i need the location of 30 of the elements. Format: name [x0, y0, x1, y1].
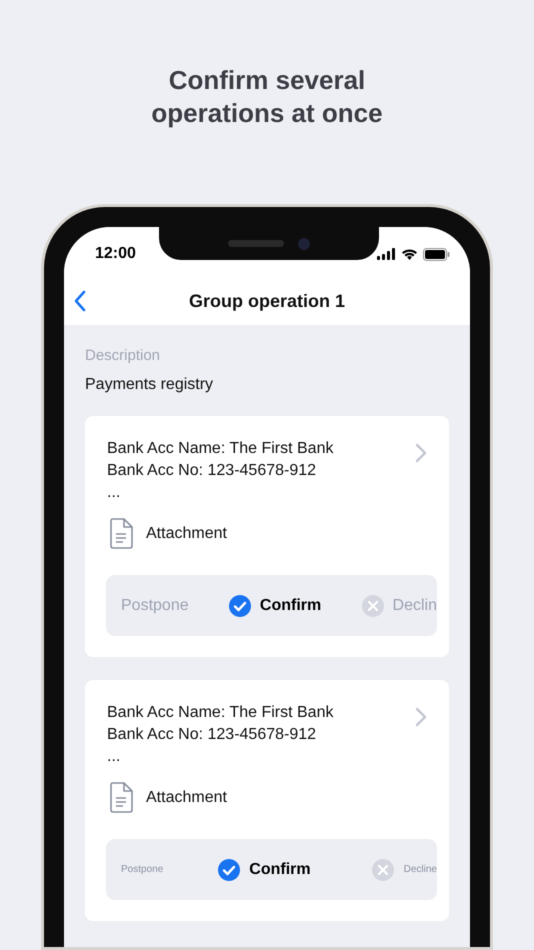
attachment-link[interactable]: Attachment	[146, 524, 227, 542]
operation-detail: Bank Acc Name: The First Bank	[107, 439, 334, 459]
confirm-option[interactable]: Confirm	[218, 858, 311, 880]
operation-card[interactable]: Bank Acc Name: The First Bank Bank Acc No: 123-45678-912 ... Attachment Postpone Confirm Decline	[85, 680, 449, 921]
operation-detail: Bank Acc No: 123-45678-912	[107, 461, 318, 481]
back-button[interactable]	[74, 290, 86, 312]
chevron-icon[interactable]	[415, 443, 427, 463]
operation-detail: ...	[107, 483, 122, 503]
status-time: 12:00	[95, 245, 136, 263]
screen-title: Group operation 1	[188, 290, 345, 312]
confirm-option[interactable]: Confirm	[228, 594, 322, 616]
chevron-icon[interactable]	[415, 707, 427, 727]
check-icon	[228, 594, 251, 616]
operation-card[interactable]: Bank Acc Name: The First Bank Bank Acc No: 123-45678-912 ... Attachment Postpone Confirm Declin	[85, 416, 449, 657]
attachment-link[interactable]: Attachment	[146, 788, 227, 806]
wifi-icon	[401, 248, 418, 260]
operation-detail: Bank Acc Name: The First Bank	[107, 703, 334, 723]
signal-icon	[377, 248, 396, 260]
headline: Confirm several operations at once	[150, 64, 384, 130]
decision-switcher[interactable]: Postpone Confirm Decline	[106, 839, 437, 900]
description-value: Payments registry	[85, 376, 214, 394]
description-label: Description	[85, 347, 162, 364]
document-icon	[109, 518, 133, 549]
close-icon	[362, 594, 384, 616]
document-icon	[109, 782, 133, 813]
operation-detail: ...	[107, 747, 122, 767]
decision-switcher[interactable]: Postpone Confirm Declin	[106, 575, 437, 636]
operation-detail: Bank Acc No: 123-45678-912	[107, 725, 318, 745]
battery-icon	[423, 248, 450, 260]
check-icon	[218, 858, 240, 880]
